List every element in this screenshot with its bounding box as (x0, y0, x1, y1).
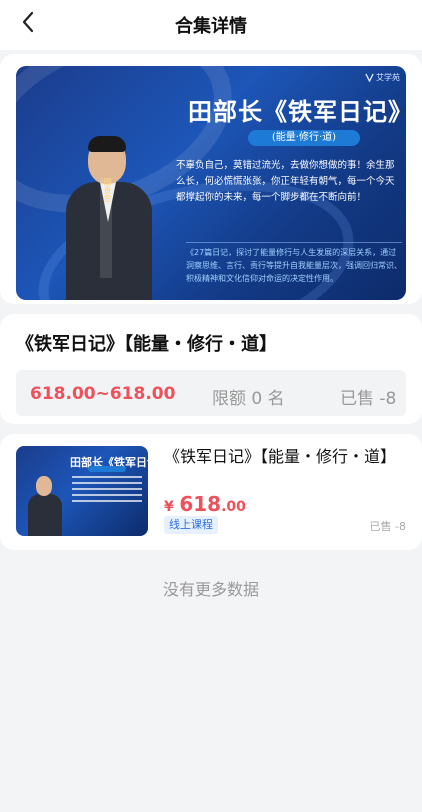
speaker-name-label: 田贵金 (103, 178, 112, 202)
chevron-left-icon (22, 11, 34, 33)
course-thumbnail[interactable]: 田部长《铁军日记》 (16, 446, 148, 536)
course-type-badge: 线上课程 (164, 516, 218, 534)
quota-limit: 限额 0 名 (212, 389, 285, 409)
course-title[interactable]: 《铁军日记》【能量・修行・道】 (164, 446, 396, 468)
brand-icon (365, 73, 374, 82)
banner-title: 田部长《铁军日记》 (188, 98, 406, 126)
banner-description: 《27篇日记，探讨了能量修行与人生发展的深层关系，通过洞察思维、言行、责行等提升… (186, 242, 402, 285)
banner-subtitle: (能量·修行·道) (248, 130, 360, 146)
sold-count: 已售 -8 (340, 389, 397, 409)
collection-banner-image: 艾学苑 田贵金 田部长《铁军日记》 (能量·修行·道) 不辜负自己，莫错过流光，… (16, 66, 406, 300)
price-range: 618.00~618.00 (30, 384, 176, 404)
course-price: ¥ 618.00 (164, 492, 246, 516)
no-more-data-text: 没有更多数据 (162, 580, 259, 599)
back-button[interactable] (14, 8, 42, 36)
top-nav-bar: 合集详情 (0, 0, 422, 50)
course-sold-count: 已售 -8 (369, 520, 406, 533)
brand-logo: 艾学苑 (365, 72, 400, 83)
banner-quote: 不辜负自己，莫错过流光，去做你想做的事！余生那么长，何必慌慌张张，你正年轻有朝气… (176, 160, 395, 203)
collection-title: 《铁军日记》【能量・修行・道】 (16, 334, 277, 355)
page-title: 合集详情 (175, 16, 247, 37)
